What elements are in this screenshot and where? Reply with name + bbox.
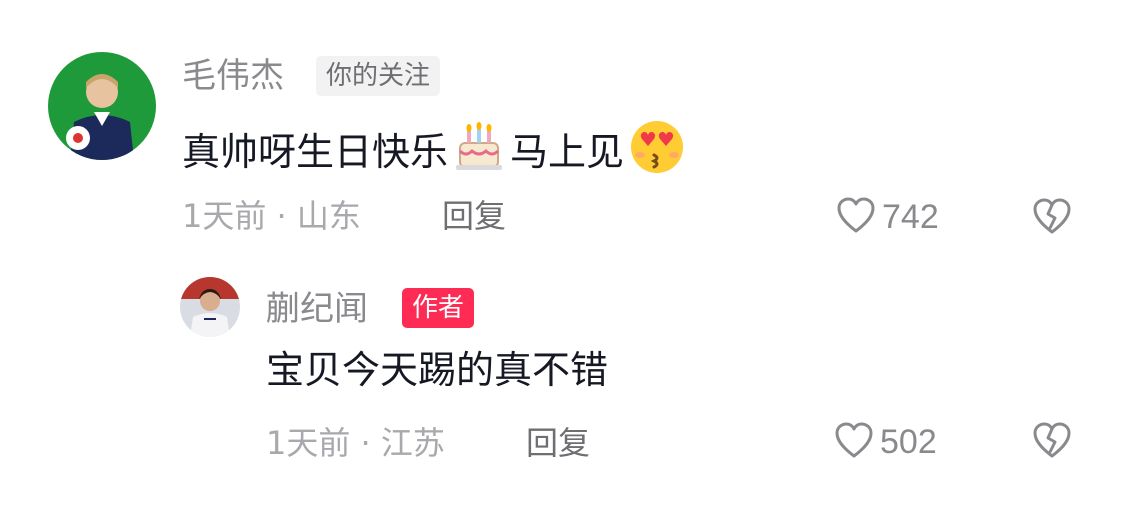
- broken-heart-icon: [1032, 422, 1072, 463]
- heart-icon: [836, 196, 876, 238]
- following-badge: 你的关注: [316, 56, 441, 96]
- username[interactable]: 毛伟杰: [182, 56, 284, 96]
- comment-meta: 1天前 · 山东: [182, 196, 361, 236]
- heart-eyes-kiss-icon: [628, 117, 686, 187]
- comment-time: 1天前: [182, 197, 267, 235]
- birthday-cake-icon: [452, 121, 506, 183]
- comment-item: 毛伟杰 你的关注 真帅呀生日快乐 马上见 1天前 · 山东 回复 742: [0, 0, 1125, 260]
- comment-text: 宝贝今天踢的真不错: [266, 345, 608, 395]
- avatar[interactable]: [48, 52, 156, 160]
- meta-separator: ·: [360, 424, 371, 462]
- dislike-button[interactable]: [1032, 421, 1072, 463]
- comment-location: 山东: [296, 197, 361, 235]
- like-button[interactable]: 742: [836, 196, 939, 238]
- author-badge: 作者: [402, 288, 475, 328]
- comment-location: 江苏: [380, 424, 445, 462]
- comment-text-part: 真帅呀生日快乐: [182, 130, 449, 174]
- reply-item: 蒯纪闻 作者 宝贝今天踢的真不错 1天前 · 江苏 回复 502: [0, 260, 1125, 506]
- reply-button[interactable]: 回复: [526, 423, 590, 463]
- heart-icon: [834, 421, 874, 463]
- comment-text-part: 马上见: [510, 130, 625, 174]
- broken-heart-icon: [1032, 198, 1072, 239]
- dislike-button[interactable]: [1032, 197, 1072, 239]
- comment-text-part: 宝贝今天踢的真不错: [266, 348, 609, 392]
- like-count: 502: [880, 423, 937, 461]
- like-count: 742: [882, 198, 939, 236]
- meta-separator: ·: [276, 197, 287, 235]
- comment-meta: 1天前 · 江苏: [266, 423, 445, 463]
- comment-text: 真帅呀生日快乐 马上见: [182, 117, 686, 187]
- username[interactable]: 蒯纪闻: [266, 289, 368, 329]
- comment-time: 1天前: [266, 424, 351, 462]
- like-button[interactable]: 502: [834, 421, 937, 463]
- avatar[interactable]: [180, 277, 240, 337]
- reply-button[interactable]: 回复: [442, 196, 506, 236]
